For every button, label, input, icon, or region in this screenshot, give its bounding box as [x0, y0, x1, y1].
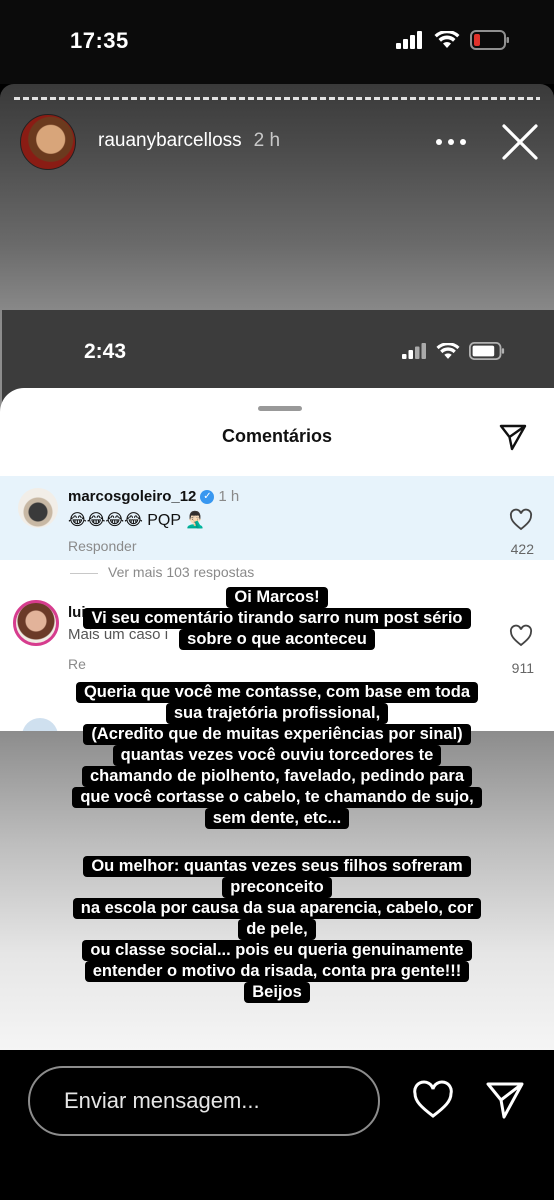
- like-count: 422: [510, 541, 534, 557]
- overlay-line: Oi Marcos!: [226, 587, 328, 608]
- send-icon[interactable]: [498, 422, 528, 452]
- signal-icon: [396, 31, 422, 49]
- overlay-line: sua trajetória profissional,: [165, 703, 389, 724]
- overlay-line: (Acredito que de muitas experiências por…: [83, 724, 471, 745]
- avatar[interactable]: [20, 114, 76, 170]
- overlay-line: ou classe social... pois eu queria genui…: [82, 940, 472, 961]
- heart-icon[interactable]: [509, 508, 533, 532]
- overlay-line: Queria que você me contasse, com base em…: [75, 682, 479, 703]
- overlay-line: Vi seu comentário tirando sarro num post…: [83, 608, 471, 629]
- overlay-line: de pele,: [238, 919, 316, 940]
- story-username[interactable]: rauanybarcelloss 2 h: [98, 130, 280, 152]
- comment-username[interactable]: marcosgoleiro_12 ✓ 1 h: [68, 488, 239, 505]
- verified-icon: ✓: [200, 490, 215, 505]
- inner-status-icons: [402, 342, 506, 360]
- story-header: rauanybarcelloss 2 h: [20, 114, 540, 170]
- close-icon[interactable]: [500, 122, 540, 162]
- overlay-line: que você cortasse o cabelo, te chamando …: [72, 787, 482, 808]
- story-username-text: rauanybarcelloss: [98, 130, 242, 151]
- overlay-line: entender o motivo da risada, conta pra g…: [84, 961, 470, 982]
- overlay-line: quantas vezes você ouviu torcedores te: [112, 745, 442, 766]
- story-progress-bar: [14, 97, 540, 100]
- message-input[interactable]: [28, 1066, 380, 1136]
- avatar[interactable]: [18, 488, 58, 528]
- inner-status-time: 2:43: [84, 340, 127, 363]
- heart-icon[interactable]: [412, 1080, 454, 1120]
- comment-username-text: marcosgoleiro_12: [68, 488, 197, 505]
- status-icons: [396, 30, 510, 50]
- battery-icon: [469, 342, 505, 360]
- send-icon[interactable]: [484, 1080, 526, 1120]
- overlay-line: Ou melhor: quantas vezes seus filhos sof…: [83, 856, 471, 877]
- comment-text: 😂😂😂😂 PQP 🤦🏻‍♂️: [68, 512, 206, 529]
- wifi-icon: [434, 31, 460, 48]
- view-more-replies[interactable]: Ver mais 103 respostas: [70, 564, 254, 580]
- overlay-line: sobre o que aconteceu: [179, 629, 375, 650]
- story-time: 2 h: [253, 130, 281, 151]
- battery-icon: [470, 30, 509, 50]
- signal-icon: [402, 343, 426, 359]
- overlay-line: na escola por causa da sua aparencia, ca…: [72, 898, 482, 919]
- reply-button[interactable]: Responder: [68, 538, 137, 554]
- status-time: 17:35: [70, 28, 129, 53]
- wifi-icon: [436, 342, 460, 359]
- sheet-drag-handle[interactable]: [258, 406, 302, 411]
- overlay-line: chamando de piolhento, favelado, pedindo…: [81, 766, 473, 787]
- overlay-line: preconceito: [222, 877, 332, 898]
- comment-time: 1 h: [218, 488, 240, 505]
- comments-title: Comentários: [221, 426, 333, 446]
- reply-bar: [0, 1050, 554, 1200]
- overlay-line: sem dente, etc...: [204, 808, 350, 829]
- more-icon[interactable]: [434, 128, 468, 156]
- status-bar: 17:35: [0, 0, 554, 84]
- overlay-line: Beijos: [244, 982, 310, 1003]
- story-text-overlay: Oi Marcos! Vi seu comentário tirando sar…: [0, 587, 554, 1003]
